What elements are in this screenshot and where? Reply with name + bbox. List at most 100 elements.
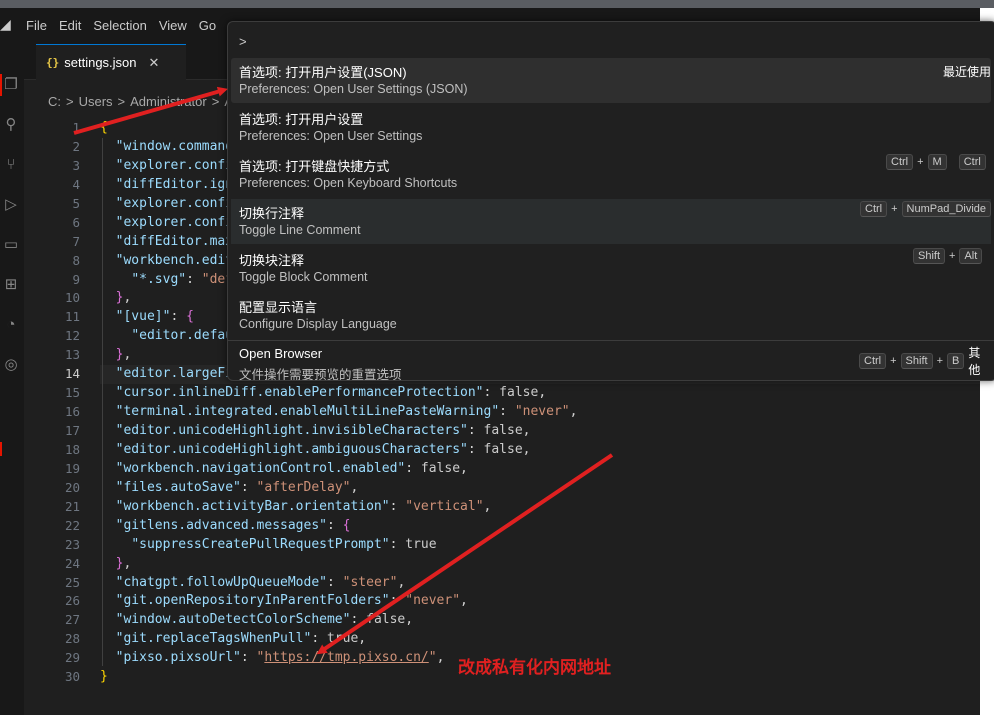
code-token: "steer" [342, 574, 398, 590]
code-line[interactable]: "editor.unicodeHighlight.ambiguousCharac… [100, 441, 980, 460]
key: Ctrl [859, 353, 887, 369]
line-number: 22 [64, 517, 80, 533]
code-line[interactable]: }, [100, 555, 980, 574]
code-token: , [522, 423, 531, 438]
keybinding: Shift + Alt [913, 248, 983, 264]
breadcrumb-users[interactable]: Users [79, 94, 113, 114]
code-line[interactable]: "chatgpt.followUpQueueMode": "steer", [100, 574, 980, 593]
close-icon[interactable]: ✕ [149, 55, 160, 71]
code-token: "explorer.confi [115, 214, 234, 230]
code-token: , [538, 385, 547, 401]
code-line[interactable]: "editor.unicodeHighlight.invisibleCharac… [100, 422, 980, 441]
command-palette-input[interactable]: > [233, 29, 983, 55]
line-number: 24 [64, 555, 80, 571]
palette-item[interactable]: Open Browser 文件操作需要预览的重置选项 Ctrl + Shift … [231, 342, 991, 380]
palette-separator [228, 340, 994, 341]
palette-item-subtitle: Preferences: Open User Settings (JSON) [239, 82, 468, 96]
code-token: , [569, 404, 578, 420]
palette-item-subtitle: Toggle Block Comment [239, 270, 368, 284]
code-token: : [405, 460, 421, 476]
code-token: , [397, 574, 406, 590]
code-line[interactable]: "files.autoSave": "afterDelay", [100, 479, 980, 498]
code-token: : [467, 441, 484, 457]
code-line[interactable]: "window.autoDetectColorScheme": false, [100, 611, 980, 630]
key: M [927, 154, 947, 170]
line-number: 29 [64, 650, 80, 666]
line-number: 19 [64, 460, 80, 476]
line-number: 16 [64, 404, 80, 420]
accounts-icon[interactable]: ◎ [2, 356, 20, 374]
palette-item-title: 首选项: 打开键盘快捷方式 [239, 159, 390, 174]
git-graph-icon[interactable]: ◔ [2, 316, 20, 334]
palette-item-subtitle: Toggle Line Comment [239, 223, 361, 237]
code-token: : [326, 574, 343, 590]
code-token: "explorer.confi [115, 157, 234, 173]
tab-settings-json[interactable]: {} settings.json ✕ [36, 44, 186, 80]
code-line[interactable]: "workbench.activityBar.orientation": "ve… [100, 498, 980, 517]
palette-item[interactable]: 切换行注释 Toggle Line Comment Ctrl + NumPad_… [231, 199, 992, 244]
code-token: "pixso.pixsoUrl" [115, 650, 241, 666]
line-number: 7 [72, 233, 80, 249]
line-number: 6 [72, 214, 80, 230]
code-token: "editor.unicodeHighlight.ambiguousCharac… [115, 441, 468, 457]
code-token: , [123, 290, 132, 306]
palette-item[interactable]: 首选项: 打开用户设置(JSON) Preferences: Open User… [231, 58, 991, 103]
code-token: , [460, 460, 468, 476]
code-token: : [389, 498, 406, 514]
code-token: "files.autoSave" [115, 479, 241, 495]
code-line[interactable]: "cursor.inlineDiff.enablePerformanceProt… [100, 384, 980, 403]
key-plus: + [890, 355, 897, 367]
code-token: "workbench.edit [115, 252, 234, 268]
code-line[interactable]: "gitlens.advanced.messages": { [100, 517, 980, 536]
code-line[interactable]: "git.replaceTagsWhenPull": true, [100, 630, 980, 649]
menu-view[interactable]: View [153, 8, 193, 44]
code-line[interactable]: "suppressCreatePullRequestPrompt": true [100, 536, 980, 555]
palette-item-subtitle: Preferences: Open User Settings [239, 129, 423, 143]
chevron-right-icon: > [211, 94, 220, 109]
breadcrumb-drive[interactable]: C: [48, 94, 61, 114]
activity-bar: ❐ ⚲ ⑂ ▷ ▭ ⊞ ◔ ◎ [0, 44, 24, 715]
line-number: 10 [64, 290, 80, 306]
code-token: "window.autoDetectColorScheme" [115, 612, 351, 628]
extensions-icon[interactable]: ⊞ [2, 276, 20, 294]
menu-selection[interactable]: Selection [87, 8, 152, 44]
source-control-icon[interactable]: ⑂ [2, 156, 20, 174]
key: Ctrl [886, 154, 914, 170]
code-token: true [405, 536, 437, 552]
explorer-icon[interactable]: ❐ [2, 76, 20, 94]
code-line[interactable]: "workbench.navigationControl.enabled": f… [100, 460, 980, 479]
code-line[interactable]: "terminal.integrated.enableMultiLinePast… [100, 403, 980, 422]
code-token: "workbench.navigationControl.enabled" [115, 460, 406, 476]
palette-item[interactable]: 首选项: 打开用户设置 Preferences: Open User Setti… [231, 105, 991, 150]
palette-item-subtitle: Configure Display Language [239, 317, 397, 331]
menu-file[interactable]: File [20, 8, 53, 44]
line-number: 28 [64, 631, 80, 647]
breadcrumb-administrator[interactable]: Administrator [130, 94, 207, 114]
other-keybindings-label: 其他 [968, 346, 981, 377]
menu-edit[interactable]: Edit [53, 8, 87, 44]
code-token: : [389, 536, 406, 552]
line-number: 4 [72, 176, 80, 192]
palette-item[interactable]: 切换块注释 Toggle Block Comment Shift + Alt [231, 246, 991, 291]
key-plus: + [917, 156, 924, 168]
line-number-gutter: 1 2 3 4 5 6 7 8 9 10 11 12 13 14 15 16 17 18 19 20 21 22 23 24 2… [40, 119, 80, 687]
remote-icon[interactable]: ▭ [2, 236, 20, 254]
palette-item[interactable]: 首选项: 打开键盘快捷方式 Preferences: Open Keyboard… [231, 152, 991, 197]
line-number: 30 [64, 669, 80, 685]
code-token: "*.svg" [131, 271, 187, 287]
keybinding: Ctrl + NumPad_Divide [860, 201, 992, 217]
line-number: 12 [64, 328, 80, 344]
keybinding: Ctrl + M Ctrl [886, 154, 986, 170]
code-token: "[vue]" [115, 309, 171, 325]
keybinding: Ctrl + Shift + B 其他 [859, 344, 991, 378]
code-line[interactable]: "git.openRepositoryInParentFolders": "ne… [100, 592, 980, 611]
outer-frame-top [0, 0, 994, 8]
palette-item[interactable]: 配置显示语言 Configure Display Language [231, 293, 991, 338]
code-token: "git.openRepositoryInParentFolders" [115, 593, 390, 609]
menu-go[interactable]: Go [193, 8, 222, 44]
run-debug-icon[interactable]: ▷ [2, 196, 20, 214]
code-token: , [405, 612, 414, 628]
search-icon[interactable]: ⚲ [2, 116, 20, 134]
code-token: https://tmp.pixso.cn/ [264, 650, 429, 666]
